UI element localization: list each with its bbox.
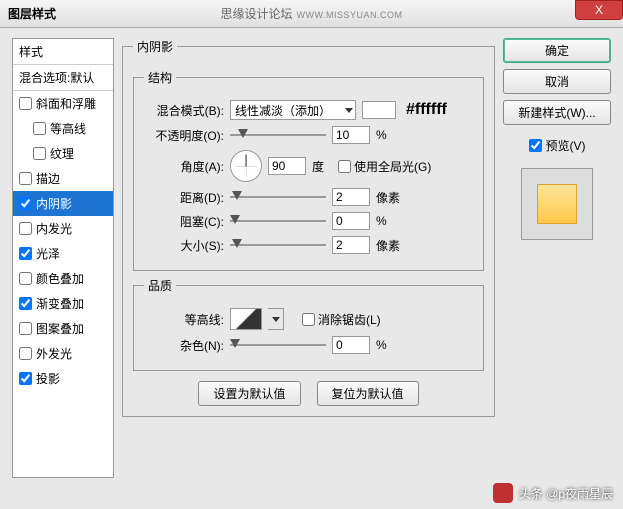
forum-text: 思缘设计论坛WWW.MISSYUAN.COM bbox=[220, 5, 402, 22]
blend-mode-label: 混合模式(B): bbox=[144, 102, 224, 119]
style-label: 描边 bbox=[36, 170, 60, 187]
style-label: 纹理 bbox=[50, 145, 74, 162]
angle-dial[interactable] bbox=[230, 150, 262, 182]
style-checkbox[interactable] bbox=[19, 172, 32, 185]
noise-slider[interactable] bbox=[230, 337, 326, 353]
size-unit: 像素 bbox=[376, 237, 406, 254]
quality-legend: 品质 bbox=[144, 277, 176, 294]
cancel-button[interactable]: 取消 bbox=[503, 69, 611, 94]
preview-check[interactable]: 预览(V) bbox=[503, 137, 611, 154]
window-title: 图层样式 bbox=[8, 5, 56, 22]
opacity-input[interactable] bbox=[332, 126, 370, 144]
distance-unit: 像素 bbox=[376, 189, 406, 206]
style-checkbox[interactable] bbox=[19, 347, 32, 360]
style-item[interactable]: 纹理 bbox=[13, 141, 113, 166]
antialias-check[interactable]: 消除锯齿(L) bbox=[302, 311, 381, 328]
titlebar: 图层样式 思缘设计论坛WWW.MISSYUAN.COM X bbox=[0, 0, 623, 28]
opacity-unit: % bbox=[376, 128, 406, 142]
style-label: 内阴影 bbox=[36, 195, 72, 212]
style-checkbox[interactable] bbox=[19, 372, 32, 385]
style-item[interactable]: 光泽 bbox=[13, 241, 113, 266]
style-label: 等高线 bbox=[50, 120, 86, 137]
style-item[interactable]: 内阴影 bbox=[13, 191, 113, 216]
distance-label: 距离(D): bbox=[144, 189, 224, 206]
size-slider[interactable] bbox=[230, 237, 326, 253]
make-default-button[interactable]: 设置为默认值 bbox=[198, 381, 300, 406]
color-swatch[interactable] bbox=[362, 101, 396, 119]
contour-dropdown[interactable] bbox=[268, 308, 284, 330]
style-item[interactable]: 图案叠加 bbox=[13, 316, 113, 341]
style-item[interactable]: 等高线 bbox=[13, 116, 113, 141]
contour-label: 等高线: bbox=[144, 311, 224, 328]
style-item[interactable]: 颜色叠加 bbox=[13, 266, 113, 291]
size-label: 大小(S): bbox=[144, 237, 224, 254]
noise-label: 杂色(N): bbox=[144, 337, 224, 354]
style-label: 颜色叠加 bbox=[36, 270, 84, 287]
right-panel: 确定 取消 新建样式(W)... 预览(V) bbox=[503, 38, 611, 478]
style-label: 斜面和浮雕 bbox=[36, 95, 96, 112]
quality-group: 品质 等高线: 消除锯齿(L) 杂色(N): % bbox=[133, 277, 484, 371]
style-item[interactable]: 外发光 bbox=[13, 341, 113, 366]
style-label: 图案叠加 bbox=[36, 320, 84, 337]
style-item[interactable]: 投影 bbox=[13, 366, 113, 391]
global-light-check[interactable]: 使用全局光(G) bbox=[338, 158, 431, 175]
styles-list: 样式 混合选项:默认 斜面和浮雕等高线纹理描边内阴影内发光光泽颜色叠加渐变叠加图… bbox=[12, 38, 114, 478]
hex-value: #ffffff bbox=[406, 101, 447, 119]
blend-mode-combo[interactable]: 线性减淡（添加） bbox=[230, 100, 356, 120]
choke-slider[interactable] bbox=[230, 213, 326, 229]
inner-shadow-legend: 内阴影 bbox=[133, 38, 177, 55]
choke-unit: % bbox=[376, 214, 406, 228]
blend-options[interactable]: 混合选项:默认 bbox=[13, 65, 113, 91]
chevron-down-icon bbox=[272, 317, 280, 322]
style-checkbox[interactable] bbox=[19, 222, 32, 235]
style-checkbox[interactable] bbox=[19, 322, 32, 335]
style-item[interactable]: 内发光 bbox=[13, 216, 113, 241]
distance-slider[interactable] bbox=[230, 189, 326, 205]
styles-header[interactable]: 样式 bbox=[13, 39, 113, 65]
inner-shadow-group: 内阴影 结构 混合模式(B): 线性减淡（添加） #ffffff 不透明度(O)… bbox=[122, 38, 495, 417]
style-item[interactable]: 渐变叠加 bbox=[13, 291, 113, 316]
chevron-down-icon bbox=[345, 108, 353, 113]
style-label: 外发光 bbox=[36, 345, 72, 362]
style-checkbox[interactable] bbox=[19, 197, 32, 210]
style-checkbox[interactable] bbox=[19, 97, 32, 110]
style-item[interactable]: 描边 bbox=[13, 166, 113, 191]
angle-unit: 度 bbox=[312, 158, 324, 175]
reset-default-button[interactable]: 复位为默认值 bbox=[317, 381, 419, 406]
watermark: 头条 @p夜雨星辰 bbox=[493, 483, 613, 503]
style-label: 光泽 bbox=[36, 245, 60, 262]
style-checkbox[interactable] bbox=[33, 122, 46, 135]
preview-thumbnail bbox=[521, 168, 593, 240]
structure-legend: 结构 bbox=[144, 69, 176, 86]
structure-group: 结构 混合模式(B): 线性减淡（添加） #ffffff 不透明度(O): % bbox=[133, 69, 484, 271]
new-style-button[interactable]: 新建样式(W)... bbox=[503, 100, 611, 125]
opacity-label: 不透明度(O): bbox=[144, 127, 224, 144]
toutiao-icon bbox=[493, 483, 513, 503]
style-checkbox[interactable] bbox=[19, 247, 32, 260]
style-checkbox[interactable] bbox=[19, 272, 32, 285]
choke-label: 阻塞(C): bbox=[144, 213, 224, 230]
distance-input[interactable] bbox=[332, 188, 370, 206]
style-item[interactable]: 斜面和浮雕 bbox=[13, 91, 113, 116]
close-button[interactable]: X bbox=[575, 0, 623, 20]
angle-label: 角度(A): bbox=[144, 158, 224, 175]
noise-input[interactable] bbox=[332, 336, 370, 354]
style-label: 渐变叠加 bbox=[36, 295, 84, 312]
angle-input[interactable] bbox=[268, 157, 306, 175]
contour-picker[interactable] bbox=[230, 308, 262, 330]
style-label: 投影 bbox=[36, 370, 60, 387]
style-checkbox[interactable] bbox=[19, 297, 32, 310]
opacity-slider[interactable] bbox=[230, 127, 326, 143]
choke-input[interactable] bbox=[332, 212, 370, 230]
size-input[interactable] bbox=[332, 236, 370, 254]
style-checkbox[interactable] bbox=[33, 147, 46, 160]
style-label: 内发光 bbox=[36, 220, 72, 237]
noise-unit: % bbox=[376, 338, 406, 352]
ok-button[interactable]: 确定 bbox=[503, 38, 611, 63]
